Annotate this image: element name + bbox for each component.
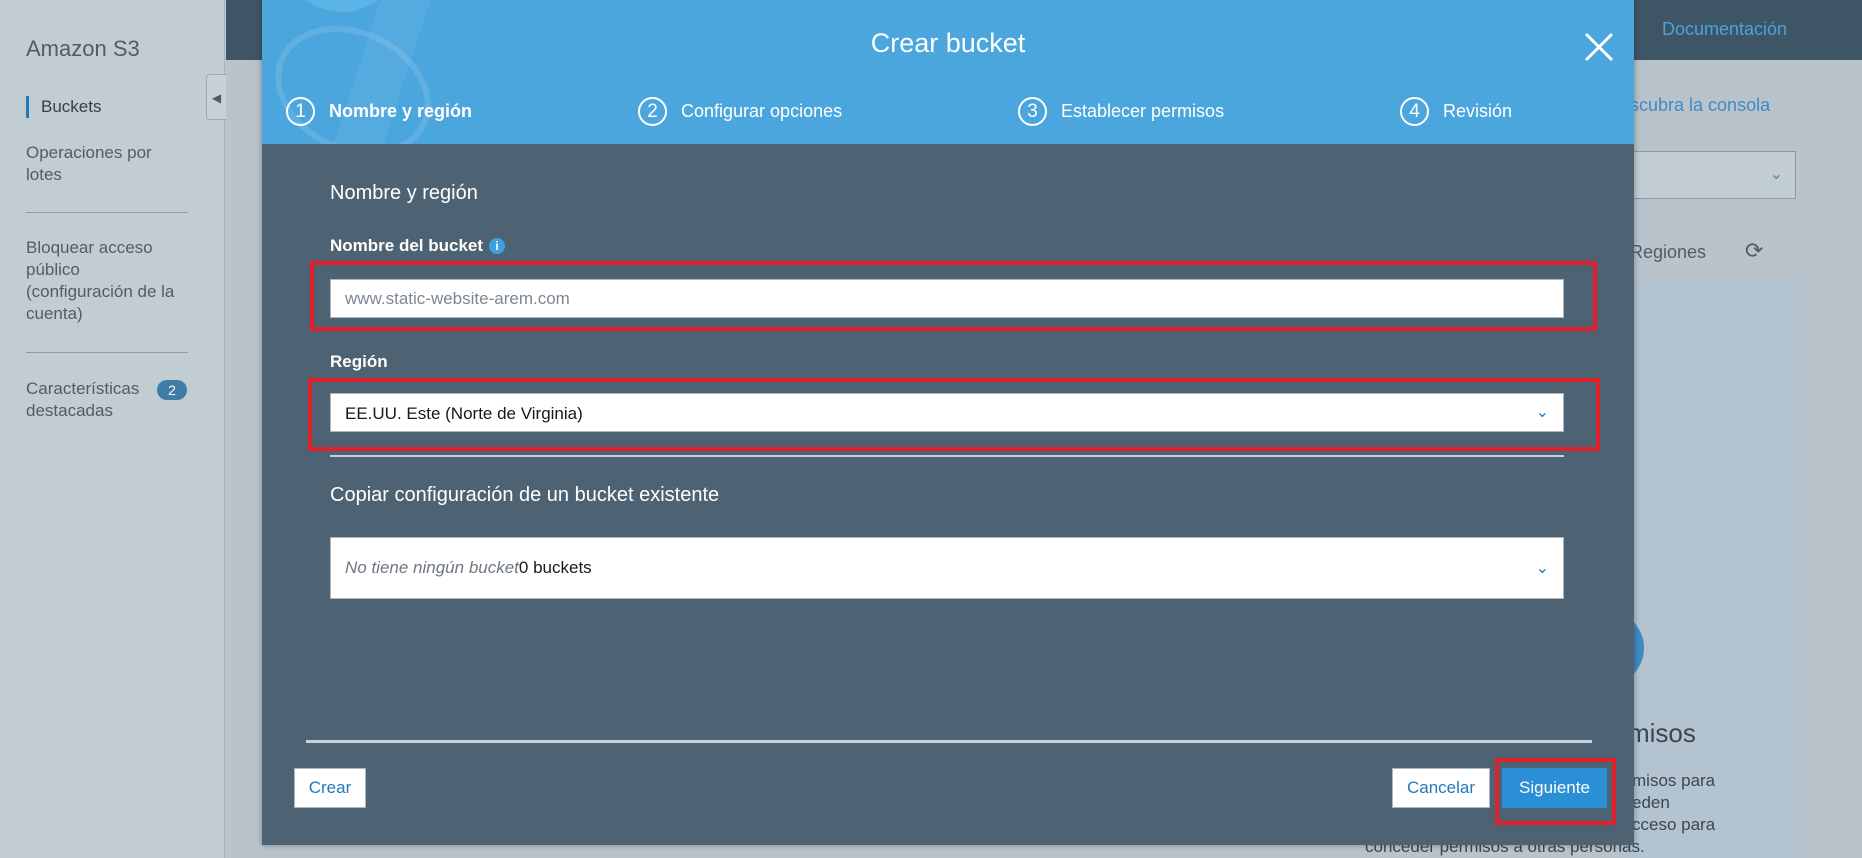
chevron-down-icon: ⌄ (1769, 166, 1783, 183)
collapse-sidebar-button[interactable]: ◀ (206, 74, 226, 120)
chevron-down-icon: ⌄ (1535, 560, 1549, 577)
step-1[interactable]: 1 Nombre y región (286, 95, 472, 127)
refresh-icon[interactable]: ⟳ (1745, 238, 1763, 264)
sidebar-item-buckets[interactable]: Buckets (26, 96, 101, 118)
sidebar-divider (26, 352, 188, 353)
sidebar-item-featured[interactable]: Características destacadas (26, 378, 156, 422)
bucket-name-input[interactable] (330, 279, 1564, 318)
cancel-button[interactable]: Cancelar (1392, 768, 1490, 808)
permissions-text: eden (1632, 793, 1670, 812)
create-button[interactable]: Crear (294, 768, 366, 808)
copy-config-placeholder: No tiene ningún bucket (345, 558, 519, 577)
region-label: Región (330, 352, 388, 371)
sidebar: Amazon S3 Buckets Operaciones por lotes … (0, 0, 225, 858)
region-select[interactable]: EE.UU. Este (Norte de Virginia) ⌄ (330, 393, 1564, 432)
background-select[interactable]: ⌄ (1620, 151, 1796, 199)
step-label: Nombre y región (329, 100, 473, 121)
featured-count-badge: 2 (157, 380, 187, 400)
permissions-heading: misos (1628, 718, 1696, 748)
permissions-text: misos para (1632, 771, 1716, 790)
step-2[interactable]: 2 Configurar opciones (638, 95, 842, 127)
info-icon[interactable]: i (489, 238, 506, 254)
section-title: Nombre y región (330, 182, 478, 204)
regions-label[interactable]: Regiones (1630, 242, 1706, 263)
close-icon[interactable] (1582, 30, 1616, 64)
step-3[interactable]: 3 Establecer permisos (1018, 95, 1224, 127)
bucket-name-label-text: Nombre del bucket (330, 236, 484, 255)
chevron-down-icon: ⌄ (1535, 404, 1549, 421)
create-bucket-dialog: Crear bucket 1 Nombre y región 2 Configu… (262, 0, 1634, 845)
bucket-name-label: Nombre del bucket i (330, 236, 506, 256)
step-label: Configurar opciones (681, 100, 843, 121)
dialog-title: Crear bucket (870, 28, 1026, 58)
step-number: 1 (286, 96, 315, 126)
bucket-count: 0 buckets (518, 558, 592, 577)
sidebar-item-batch-operations[interactable]: Operaciones por lotes (26, 142, 176, 186)
step-number: 2 (638, 96, 667, 126)
step-label: Revisión (1443, 100, 1513, 121)
copy-config-select[interactable]: No tiene ningún bucket0 buckets ⌄ (330, 537, 1564, 599)
documentation-link[interactable]: Documentación (1662, 19, 1787, 40)
caret-left-icon: ◀ (211, 91, 222, 105)
sidebar-item-block-public-access[interactable]: Bloquear acceso público (configuración d… (26, 237, 186, 325)
copy-config-value: No tiene ningún bucket0 buckets (345, 558, 592, 578)
permissions-text: cceso para (1632, 815, 1716, 834)
next-button[interactable]: Siguiente (1502, 768, 1607, 808)
divider (330, 455, 1564, 457)
step-4[interactable]: 4 Revisión (1400, 95, 1512, 127)
region-select-value: EE.UU. Este (Norte de Virginia) (345, 404, 583, 423)
console-link[interactable]: escubra la consola (1620, 95, 1770, 116)
step-number: 4 (1400, 96, 1429, 126)
footer-divider (306, 740, 1592, 743)
step-label: Establecer permisos (1061, 100, 1225, 121)
dialog-header: Crear bucket 1 Nombre y región 2 Configu… (262, 0, 1634, 144)
step-number: 3 (1018, 96, 1047, 126)
sidebar-title: Amazon S3 (26, 36, 140, 61)
copy-config-title: Copiar configuración de un bucket existe… (330, 484, 720, 506)
sidebar-divider (26, 212, 188, 213)
